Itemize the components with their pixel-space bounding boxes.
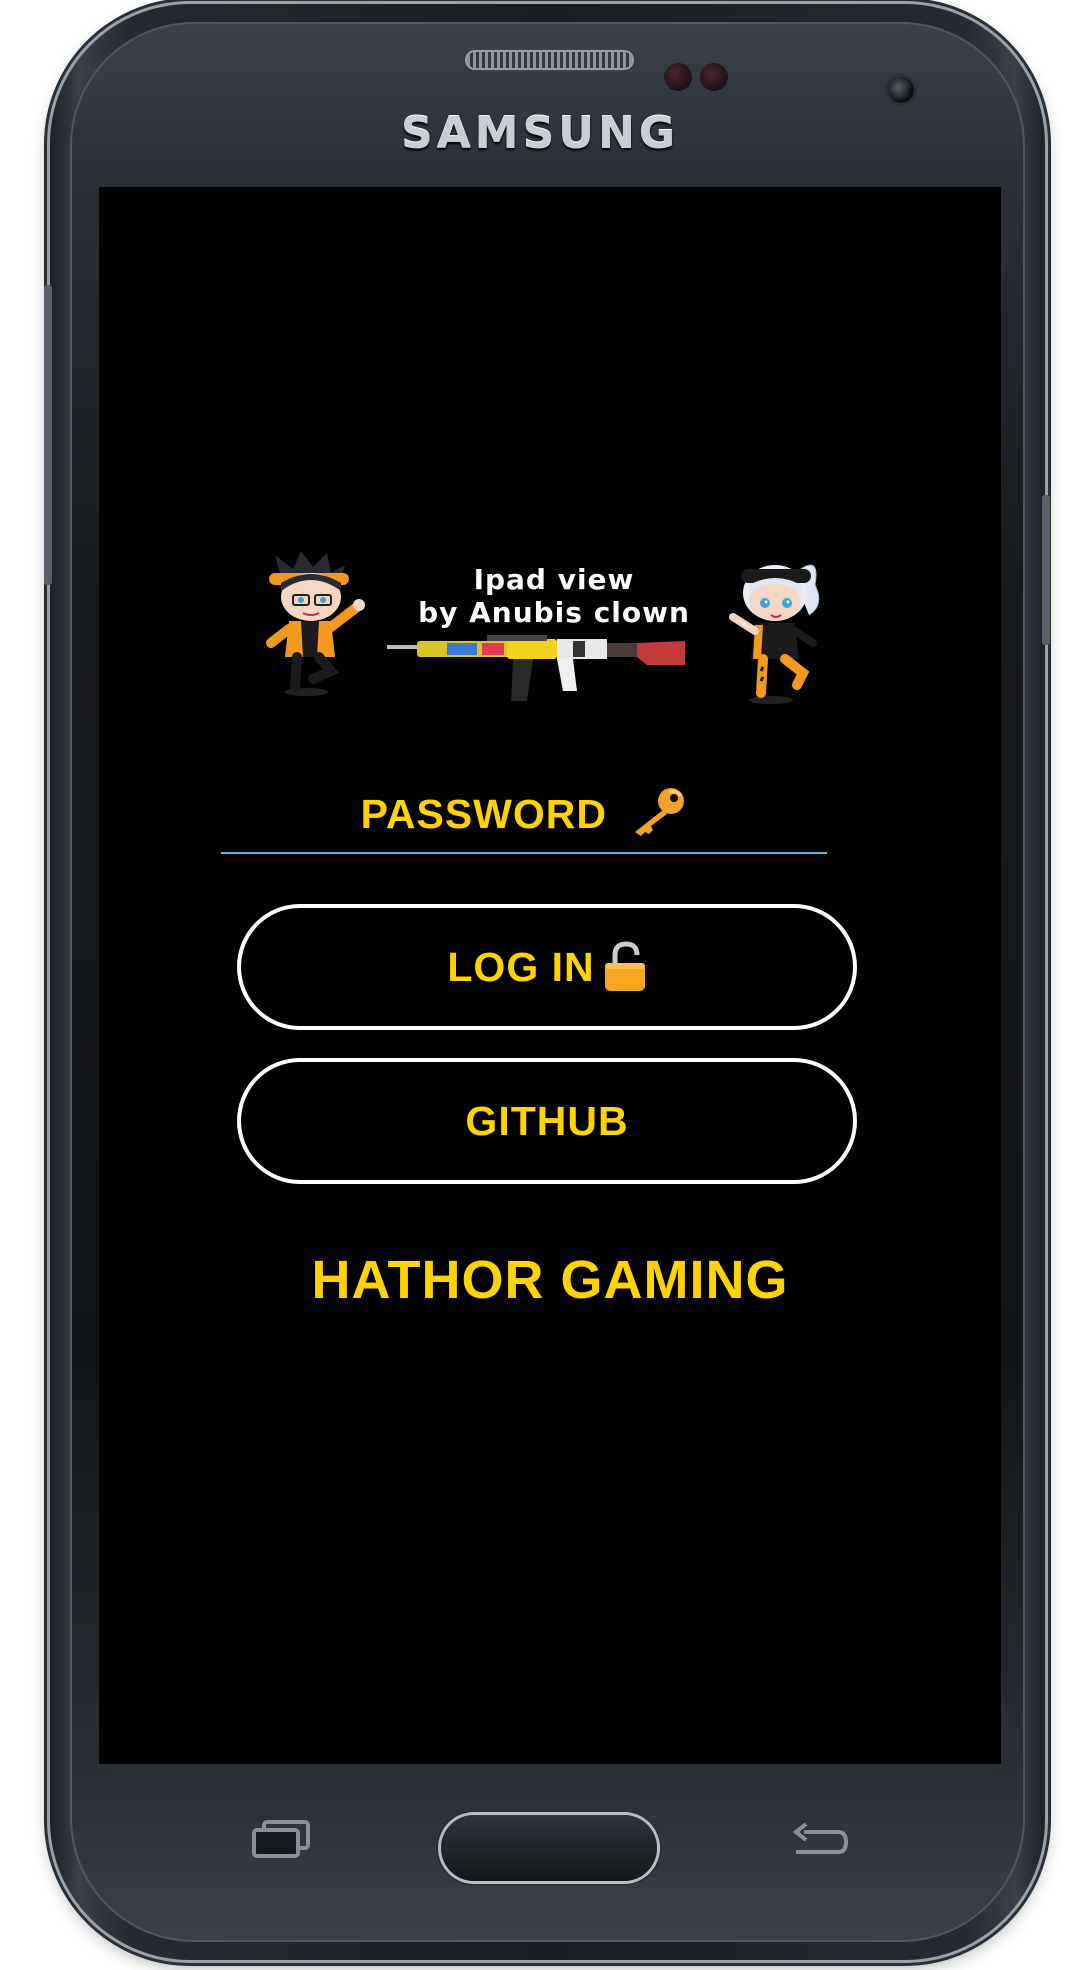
brand-logo: SAMSUNG [401,108,679,159]
password-placeholder-text: PASSWORD [360,791,607,837]
github-button[interactable]: GITHUB [237,1058,857,1184]
banner-text: Ipad view by Anubis clown [379,563,729,629]
power-key [1042,495,1050,645]
proximity-sensor [664,63,692,91]
home-button[interactable] [441,1815,657,1881]
header-banner: Ipad view by Anubis clown [259,545,839,705]
front-camera-icon [888,77,914,103]
login-button-label: LOG IN [447,943,595,990]
password-input[interactable]: PASSWORD [221,780,827,854]
password-placeholder: PASSWORD [221,786,827,838]
back-arrow-icon[interactable] [790,1822,848,1862]
chibi-character-left-icon [266,551,365,696]
chibi-character-right-icon [729,564,820,704]
nav-divider [110,1768,990,1769]
key-icon [635,788,685,836]
github-button-label: GITHUB [465,1097,629,1144]
recent-apps-icon[interactable] [250,1820,312,1860]
rifle-icon [387,635,685,701]
volume-key [44,285,52,585]
open-lock-icon [604,941,645,991]
app-title: HATHOR GAMING [311,1250,789,1310]
banner-line-1: Ipad view [473,563,635,596]
light-sensor [700,63,728,91]
app-screen: Ipad view by Anubis clown PASSWORD LOG I… [99,187,1001,1764]
banner-line-2: by Anubis clown [418,596,690,629]
login-button[interactable]: LOG IN [237,904,857,1030]
earpiece-speaker [467,52,632,68]
